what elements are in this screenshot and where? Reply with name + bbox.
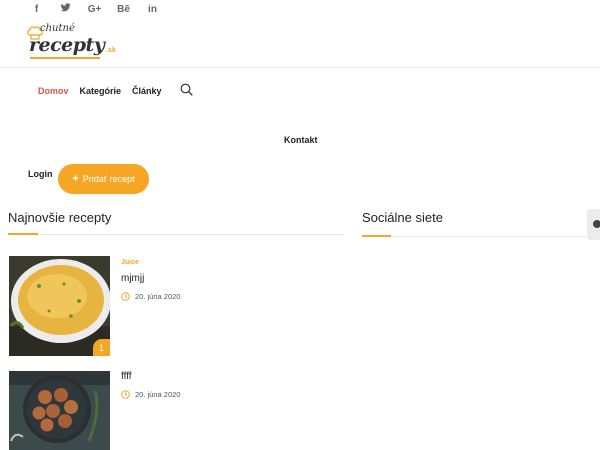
recipe-title[interactable]: mjmjj (121, 273, 144, 284)
latest-recipes-title: Najnovšie recepty (8, 210, 112, 225)
logo-suffix: .sk (106, 47, 116, 54)
google-plus-icon[interactable]: G+ (80, 4, 109, 15)
latest-recipes-accent (8, 233, 38, 235)
recipe-date: 20. júna 2020 (121, 292, 180, 301)
recipe-image[interactable] (9, 371, 110, 450)
nav-item-contact[interactable]: Kontakt (284, 135, 318, 145)
logo-text-main: recepty (29, 34, 105, 56)
search-icon[interactable] (180, 83, 193, 96)
social-networks-divider (362, 236, 592, 237)
clock-icon (121, 390, 130, 399)
recipe-category[interactable]: Juice (121, 259, 139, 266)
linkedin-icon[interactable]: in (138, 4, 167, 15)
recipe-title[interactable]: ffff (121, 371, 132, 382)
nav-item-articles[interactable]: Články (132, 86, 162, 96)
behance-icon[interactable]: Bē (109, 4, 138, 15)
add-recipe-label: Pridať recept (82, 174, 135, 184)
logo-text-top: chutné (40, 23, 75, 34)
social-bar: f G+ Bē in (22, 0, 167, 18)
facebook-icon (593, 220, 600, 228)
facebook-side-tab[interactable] (587, 209, 600, 240)
latest-recipes-divider (8, 234, 344, 235)
comment-count-badge: 1 (93, 339, 110, 356)
plus-icon: + (72, 172, 79, 185)
social-networks-accent (362, 235, 391, 237)
social-networks-title: Sociálne siete (362, 210, 443, 225)
recipe-card[interactable]: ffff 20. júna 2020 (9, 371, 349, 450)
clock-icon (121, 292, 130, 301)
nav-item-categories[interactable]: Kategórie (80, 86, 122, 96)
site-logo[interactable]: chutné recepty .sk (26, 22, 116, 62)
login-link[interactable]: Login (28, 169, 53, 179)
logo-underline (30, 57, 100, 59)
recipe-date-text: 20. júna 2020 (135, 292, 181, 301)
nav-item-home[interactable]: Domov (38, 86, 69, 96)
add-recipe-button[interactable]: + Pridať recept (58, 164, 149, 194)
recipe-date-text: 20. júna 2020 (135, 390, 181, 399)
header-divider (0, 67, 600, 68)
main-nav: Domov Kategórie Články (38, 83, 193, 97)
recipe-date: 20. júna 2020 (121, 390, 180, 399)
recipe-card[interactable]: 1 Juice mjmjj 20. júna 2020 (9, 256, 349, 356)
recipe-image[interactable]: 1 (9, 256, 110, 356)
facebook-icon[interactable]: f (22, 4, 51, 15)
twitter-icon[interactable] (51, 3, 80, 15)
